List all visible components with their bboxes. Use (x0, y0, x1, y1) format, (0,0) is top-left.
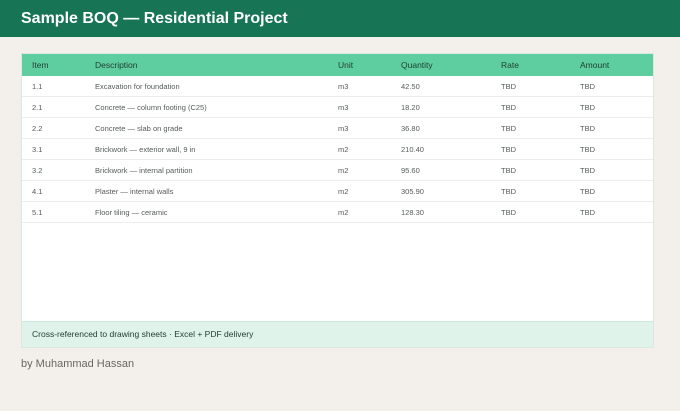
table-body: 1.1 Excavation for foundation m3 42.50 T… (22, 76, 653, 223)
cell-quantity: 128.30 (401, 208, 424, 217)
cell-description: Brickwork — exterior wall, 9 in (95, 145, 196, 154)
column-header-item: Item (32, 60, 49, 70)
cell-item: 3.1 (32, 145, 43, 154)
cell-rate: TBD (501, 166, 516, 175)
cell-quantity: 305.90 (401, 187, 424, 196)
cell-item: 5.1 (32, 208, 43, 217)
cell-amount: TBD (580, 166, 595, 175)
cell-amount: TBD (580, 103, 595, 112)
table-header: Item Description Unit Quantity Rate Amou… (22, 54, 653, 76)
cell-description: Floor tiling — ceramic (95, 208, 168, 217)
table-row: 4.1 Plaster — internal walls m2 305.90 T… (22, 181, 653, 202)
cell-amount: TBD (580, 208, 595, 217)
cell-amount: TBD (580, 82, 595, 91)
page-header: Sample BOQ — Residential Project (0, 0, 680, 37)
table-row: 3.1 Brickwork — exterior wall, 9 in m2 2… (22, 139, 653, 160)
cell-unit: m3 (338, 82, 349, 91)
column-header-quantity: Quantity (401, 60, 433, 70)
cell-item: 2.2 (32, 124, 43, 133)
table-row: 3.2 Brickwork — internal partition m2 95… (22, 160, 653, 181)
column-header-amount: Amount (580, 60, 610, 70)
cell-quantity: 210.40 (401, 145, 424, 154)
cell-description: Concrete — column footing (C25) (95, 103, 207, 112)
cell-unit: m2 (338, 145, 349, 154)
table-row: 2.2 Concrete — slab on grade m3 36.80 TB… (22, 118, 653, 139)
cell-rate: TBD (501, 82, 516, 91)
cell-rate: TBD (501, 187, 516, 196)
cell-unit: m2 (338, 166, 349, 175)
column-header-rate: Rate (501, 60, 519, 70)
delivery-note-text: Cross-referenced to drawing sheets · Exc… (32, 329, 254, 339)
table-row: 5.1 Floor tiling — ceramic m2 128.30 TBD… (22, 202, 653, 223)
column-header-unit: Unit (338, 60, 354, 70)
cell-rate: TBD (501, 124, 516, 133)
cell-unit: m2 (338, 187, 349, 196)
cell-amount: TBD (580, 124, 595, 133)
cell-item: 4.1 (32, 187, 43, 196)
boq-table-card: Item Description Unit Quantity Rate Amou… (21, 53, 654, 348)
cell-item: 2.1 (32, 103, 43, 112)
cell-description: Concrete — slab on grade (95, 124, 183, 133)
cell-quantity: 42.50 (401, 82, 420, 91)
cell-quantity: 36.80 (401, 124, 420, 133)
cell-unit: m3 (338, 103, 349, 112)
cell-unit: m3 (338, 124, 349, 133)
cell-description: Brickwork — internal partition (95, 166, 193, 175)
page-title: Sample BOQ — Residential Project (21, 10, 288, 27)
cell-amount: TBD (580, 187, 595, 196)
author-byline: by Muhammad Hassan (21, 358, 135, 370)
column-header-description: Description (95, 60, 138, 70)
cell-unit: m2 (338, 208, 349, 217)
cell-amount: TBD (580, 145, 595, 154)
cell-description: Excavation for foundation (95, 82, 180, 91)
table-row: 1.1 Excavation for foundation m3 42.50 T… (22, 76, 653, 97)
delivery-note: Cross-referenced to drawing sheets · Exc… (22, 321, 653, 347)
cell-quantity: 18.20 (401, 103, 420, 112)
cell-rate: TBD (501, 145, 516, 154)
cell-rate: TBD (501, 103, 516, 112)
table-row: 2.1 Concrete — column footing (C25) m3 1… (22, 97, 653, 118)
cell-description: Plaster — internal walls (95, 187, 174, 196)
cell-item: 1.1 (32, 82, 43, 91)
cell-item: 3.2 (32, 166, 43, 175)
cell-rate: TBD (501, 208, 516, 217)
cell-quantity: 95.60 (401, 166, 420, 175)
